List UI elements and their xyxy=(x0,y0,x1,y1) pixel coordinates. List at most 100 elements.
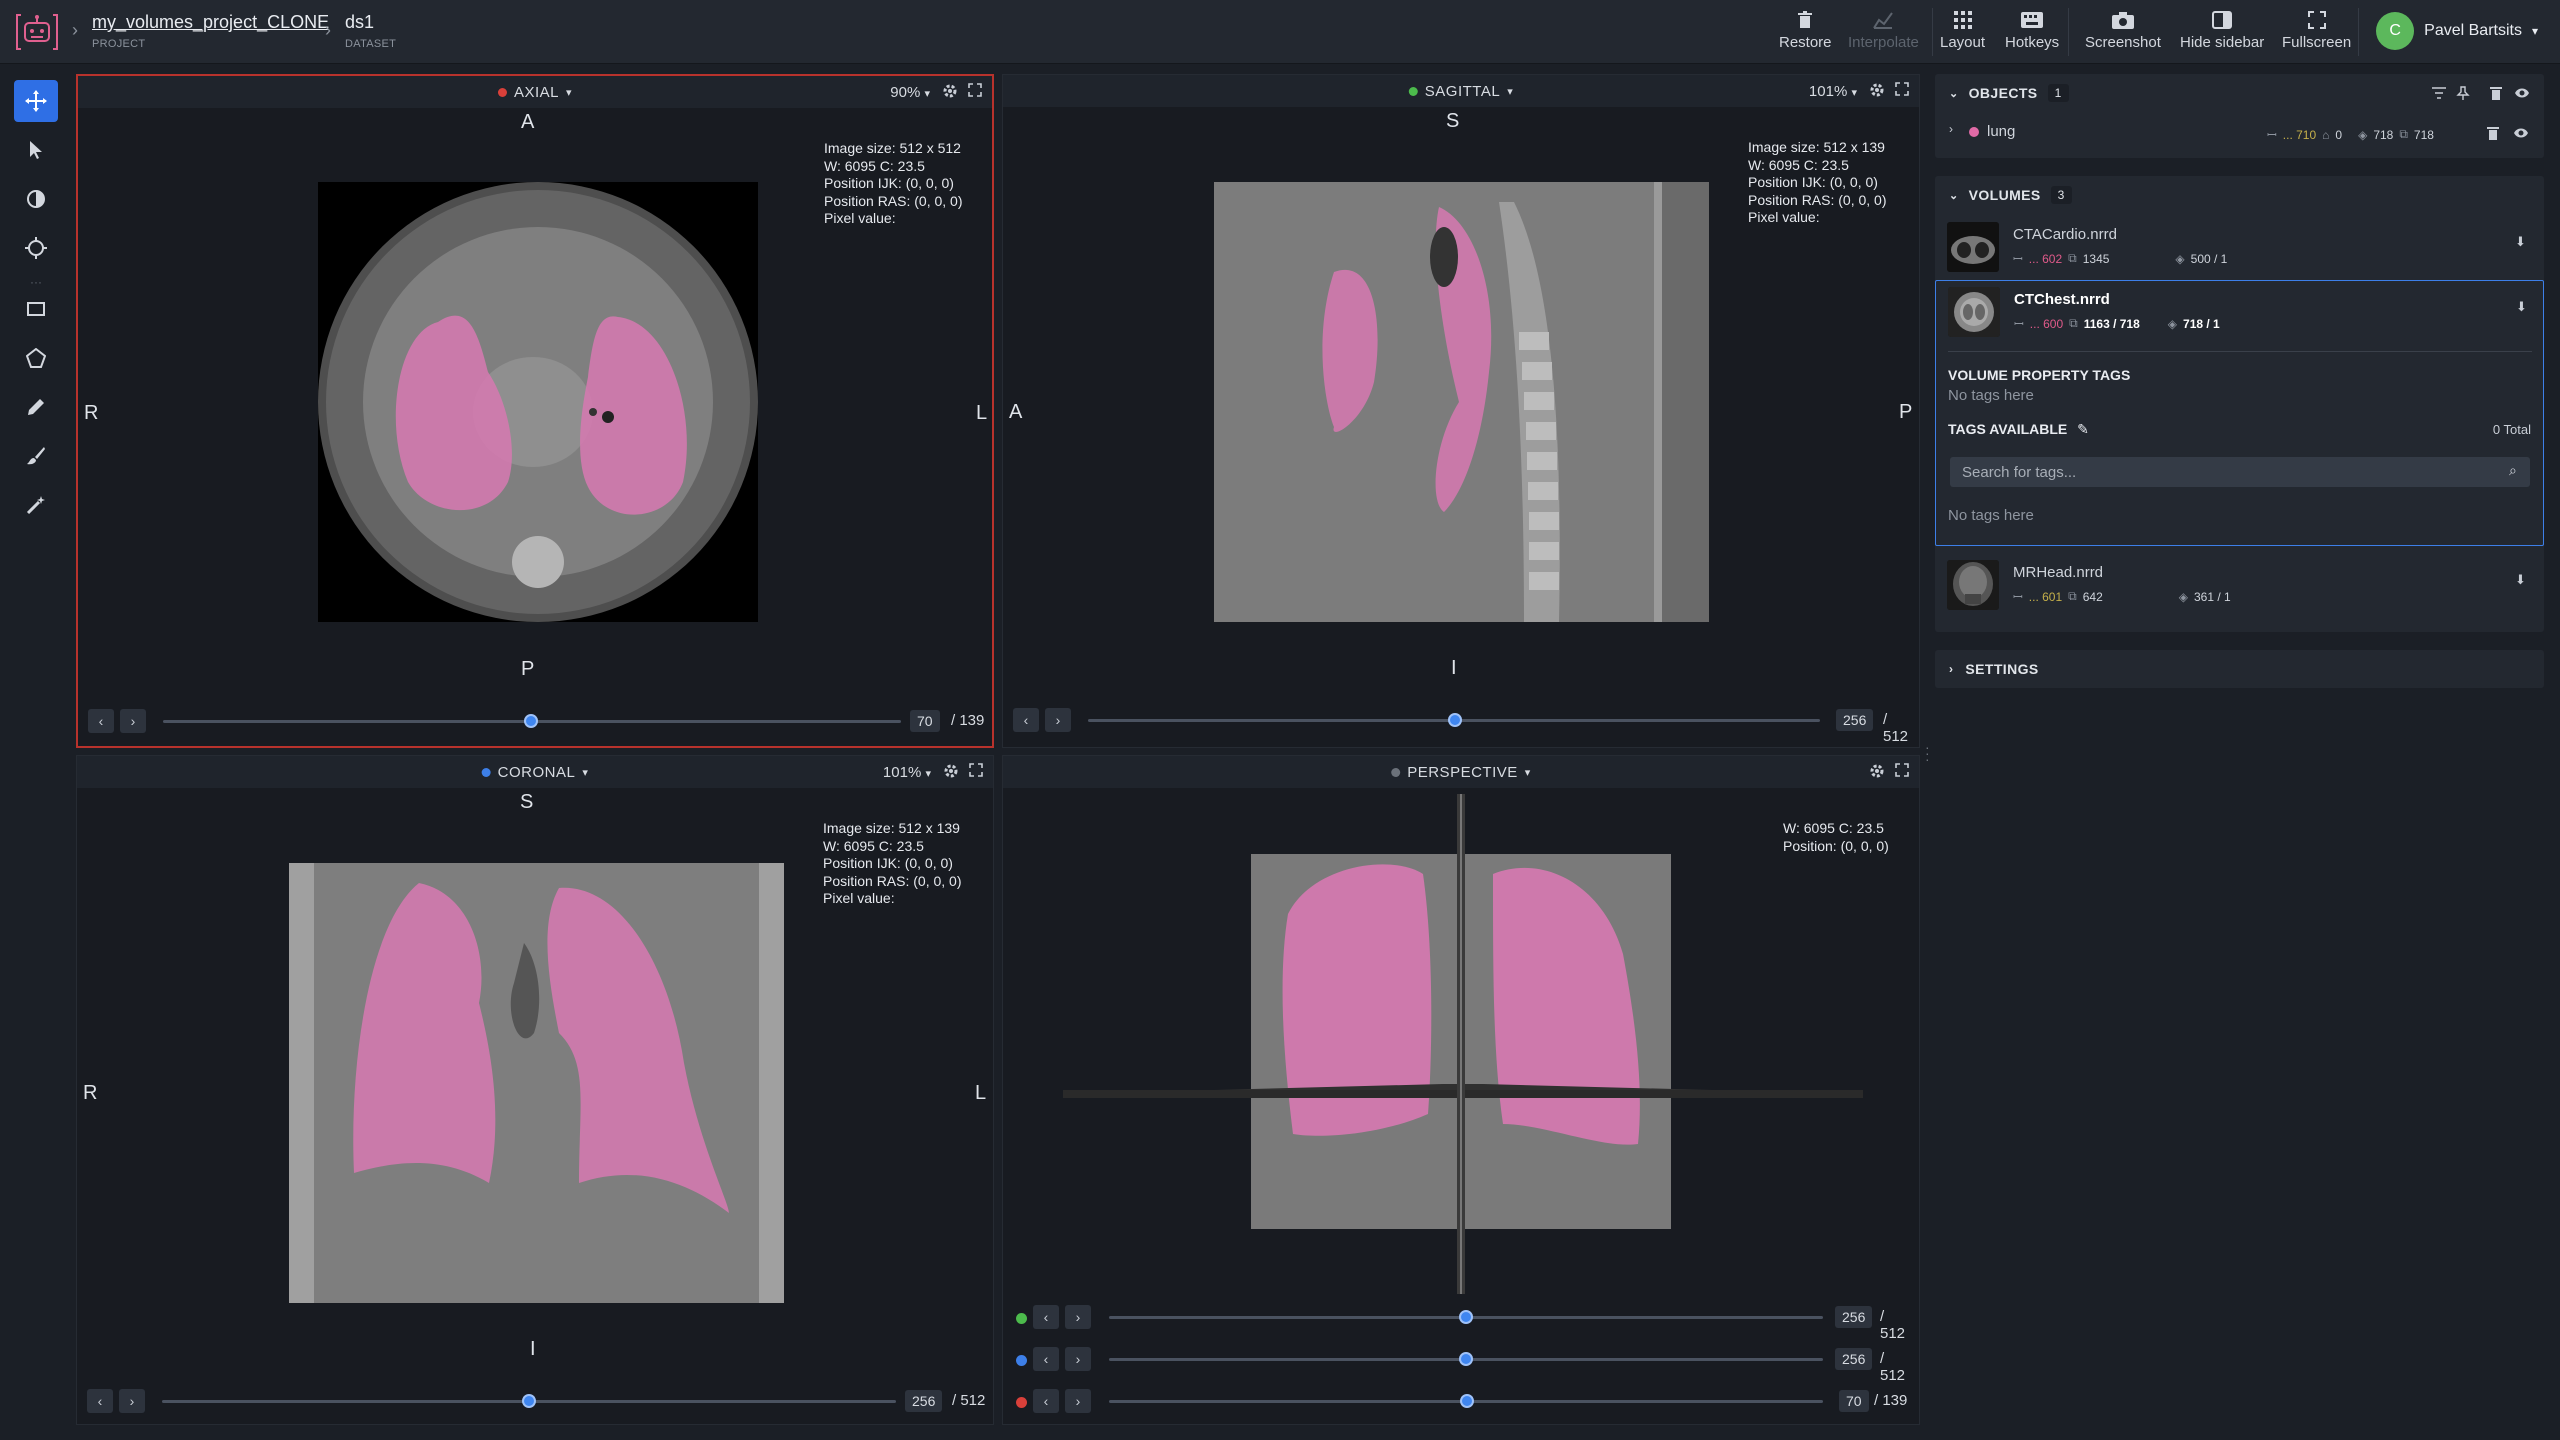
sagittal-slice-slider[interactable]: ‹ › 256 / 512 xyxy=(1013,708,1913,745)
avatar[interactable]: C xyxy=(2376,12,2415,50)
coronal-slice-slider[interactable]: ‹ › 256 / 512 xyxy=(87,1389,987,1415)
prev-slice-button[interactable]: ‹ xyxy=(1033,1347,1059,1371)
prev-slice-button[interactable]: ‹ xyxy=(87,1389,113,1413)
axial-ct-image[interactable] xyxy=(318,182,758,622)
sagittal-ct-image[interactable] xyxy=(1214,182,1709,622)
slice-value[interactable]: 256 xyxy=(1836,709,1874,731)
select-tool-button[interactable] xyxy=(14,129,58,171)
slice-value[interactable]: 70 xyxy=(1839,1390,1869,1412)
sagittal-zoom-selector[interactable]: 101% ▾ xyxy=(1809,83,1857,100)
prev-slice-button[interactable]: ‹ xyxy=(88,709,114,733)
next-slice-button[interactable]: › xyxy=(1045,708,1071,732)
coronal-ct-image[interactable] xyxy=(289,863,784,1303)
slider-thumb[interactable] xyxy=(1448,713,1462,727)
eye-icon[interactable] xyxy=(2513,127,2529,139)
slice-value[interactable]: 70 xyxy=(910,710,940,732)
project-name[interactable]: my_volumes_project_CLONE xyxy=(92,12,329,33)
eye-icon[interactable] xyxy=(2514,87,2530,99)
next-slice-button[interactable]: › xyxy=(1065,1347,1091,1371)
prev-slice-button[interactable]: ‹ xyxy=(1033,1305,1059,1329)
sagittal-3d-slider[interactable]: ‹ › 256 / 512 xyxy=(1013,1305,1913,1342)
axial-zoom-selector[interactable]: 90% ▾ xyxy=(890,84,930,101)
volume-row[interactable]: CTACardio.nrrd ꟷ ... 602 ⧉ 1345 ◈ 500 / … xyxy=(1935,216,2544,280)
next-slice-button[interactable]: › xyxy=(1065,1305,1091,1329)
expand-icon[interactable] xyxy=(1895,82,1909,96)
filter-icon[interactable] xyxy=(2432,87,2446,99)
screenshot-button[interactable]: Screenshot xyxy=(2085,10,2161,51)
slider-thumb[interactable] xyxy=(1459,1310,1473,1324)
next-slice-button[interactable]: › xyxy=(1065,1389,1091,1413)
slider-thumb[interactable] xyxy=(1460,1394,1474,1408)
slider-thumb[interactable] xyxy=(522,1394,536,1408)
settings-panel[interactable]: › SETTINGS xyxy=(1935,650,2544,688)
gear-icon[interactable] xyxy=(1869,82,1885,98)
point-tool-button[interactable] xyxy=(14,227,58,269)
prev-slice-button[interactable]: ‹ xyxy=(1013,708,1039,732)
axial-slice-slider[interactable]: ‹ › 70 / 139 xyxy=(88,709,988,735)
hotkeys-button[interactable]: Hotkeys xyxy=(2005,10,2059,51)
chevron-left-icon: ‹ xyxy=(98,713,104,729)
slice-value[interactable]: 256 xyxy=(905,1390,943,1412)
contrast-tool-button[interactable] xyxy=(14,178,58,220)
slider-thumb[interactable] xyxy=(524,714,538,728)
next-slice-button[interactable]: › xyxy=(119,1389,145,1413)
coronal-viewport[interactable]: CORONAL ▾ 101% ▾ S I R L Image size: 512… xyxy=(76,755,994,1425)
next-slice-button[interactable]: › xyxy=(120,709,146,733)
layout-button[interactable]: Layout xyxy=(1940,10,1985,51)
axial-3d-slider[interactable]: ‹ › 70 / 139 xyxy=(1013,1389,1913,1415)
trash-icon[interactable] xyxy=(2490,86,2502,100)
pin-icon[interactable] xyxy=(2456,86,2470,100)
user-menu[interactable]: C Pavel Bartsits ▾ xyxy=(2376,12,2538,50)
gear-icon[interactable] xyxy=(942,83,958,99)
prev-slice-button[interactable]: ‹ xyxy=(1033,1389,1059,1413)
app-logo-icon[interactable] xyxy=(14,10,60,54)
hide-sidebar-button[interactable]: Hide sidebar xyxy=(2180,10,2264,51)
object-row[interactable]: › lung ꟷ ... 710 ⌂ 0 ◈ 718 ⧉ 718 xyxy=(1935,112,2544,156)
coronal-zoom-selector[interactable]: 101% ▾ xyxy=(883,764,931,781)
sagittal-viewport[interactable]: SAGITTAL ▾ 101% ▾ S I A P Image size: 51… xyxy=(1002,74,1920,748)
rectangle-tool-button[interactable] xyxy=(14,288,58,330)
expand-icon[interactable] xyxy=(969,763,983,777)
polygon-tool-button[interactable] xyxy=(14,337,58,379)
axial-view-selector[interactable]: AXIAL ▾ xyxy=(497,84,572,101)
volume-row-selected[interactable]: CTChest.nrrd ꟷ ... 600 ⧉ 1163 / 718 ◈ 71… xyxy=(1936,281,2545,345)
search-icon[interactable]: ⌕ xyxy=(2509,462,2517,479)
gear-icon[interactable] xyxy=(943,763,959,779)
magic-wand-tool-button[interactable] xyxy=(14,484,58,526)
tags-search-input[interactable] xyxy=(1950,457,2530,487)
move-tool-button[interactable] xyxy=(14,80,58,122)
sagittal-view-selector[interactable]: SAGITTAL ▾ xyxy=(1408,83,1513,100)
pen-tool-button[interactable] xyxy=(14,386,58,428)
axial-viewport[interactable]: AXIAL ▾ 90% ▾ A P R L Image size: 512 x … xyxy=(76,74,994,748)
expand-icon[interactable] xyxy=(1895,763,1909,777)
trash-icon[interactable] xyxy=(2487,126,2499,140)
edit-icon[interactable]: ✎ xyxy=(2077,421,2089,437)
brush-tool-button[interactable] xyxy=(14,435,58,477)
slice-value[interactable]: 256 xyxy=(1835,1348,1873,1370)
perspective-view-selector[interactable]: PERSPECTIVE ▾ xyxy=(1391,764,1531,781)
coronal-3d-slider[interactable]: ‹ › 256 / 512 xyxy=(1013,1347,1913,1384)
fullscreen-button[interactable]: Fullscreen xyxy=(2282,10,2351,51)
slice-value[interactable]: 256 xyxy=(1835,1306,1873,1328)
perspective-3d-render[interactable] xyxy=(1063,794,1863,1294)
gear-icon[interactable] xyxy=(1869,763,1885,779)
volume-row[interactable]: MRHead.nrrd ꟷ ... 601 ⧉ 642 ◈ 361 / 1 ⬇ xyxy=(1935,554,2544,618)
id-icon: ꟷ xyxy=(2014,317,2024,331)
dataset-name[interactable]: ds1 xyxy=(345,12,396,33)
perspective-viewport[interactable]: PERSPECTIVE ▾ W: 6095 C: 23.5 Position: … xyxy=(1002,755,1920,1425)
breadcrumb-dataset[interactable]: ds1 DATASET xyxy=(345,12,396,50)
interpolate-button[interactable]: Interpolate xyxy=(1848,10,1919,51)
breadcrumb-project[interactable]: my_volumes_project_CLONE PROJECT xyxy=(92,12,329,50)
download-icon[interactable]: ⬇ xyxy=(2515,572,2526,588)
download-icon[interactable]: ⬇ xyxy=(2515,234,2526,250)
settings-panel-header[interactable]: › SETTINGS xyxy=(1935,650,2544,688)
download-icon[interactable]: ⬇ xyxy=(2516,299,2527,315)
slider-thumb[interactable] xyxy=(1459,1352,1473,1366)
coronal-view-selector[interactable]: CORONAL ▾ xyxy=(481,764,589,781)
objects-panel-header[interactable]: ⌄ OBJECTS 1 xyxy=(1935,74,2544,112)
expand-icon[interactable] xyxy=(968,83,982,97)
volumes-panel-header[interactable]: ⌄ VOLUMES 3 xyxy=(1935,176,2544,214)
user-name[interactable]: Pavel Bartsits xyxy=(2424,22,2522,40)
restore-button[interactable]: Restore xyxy=(1779,10,1832,51)
drag-handle-icon[interactable]: · · · xyxy=(1925,740,1930,766)
